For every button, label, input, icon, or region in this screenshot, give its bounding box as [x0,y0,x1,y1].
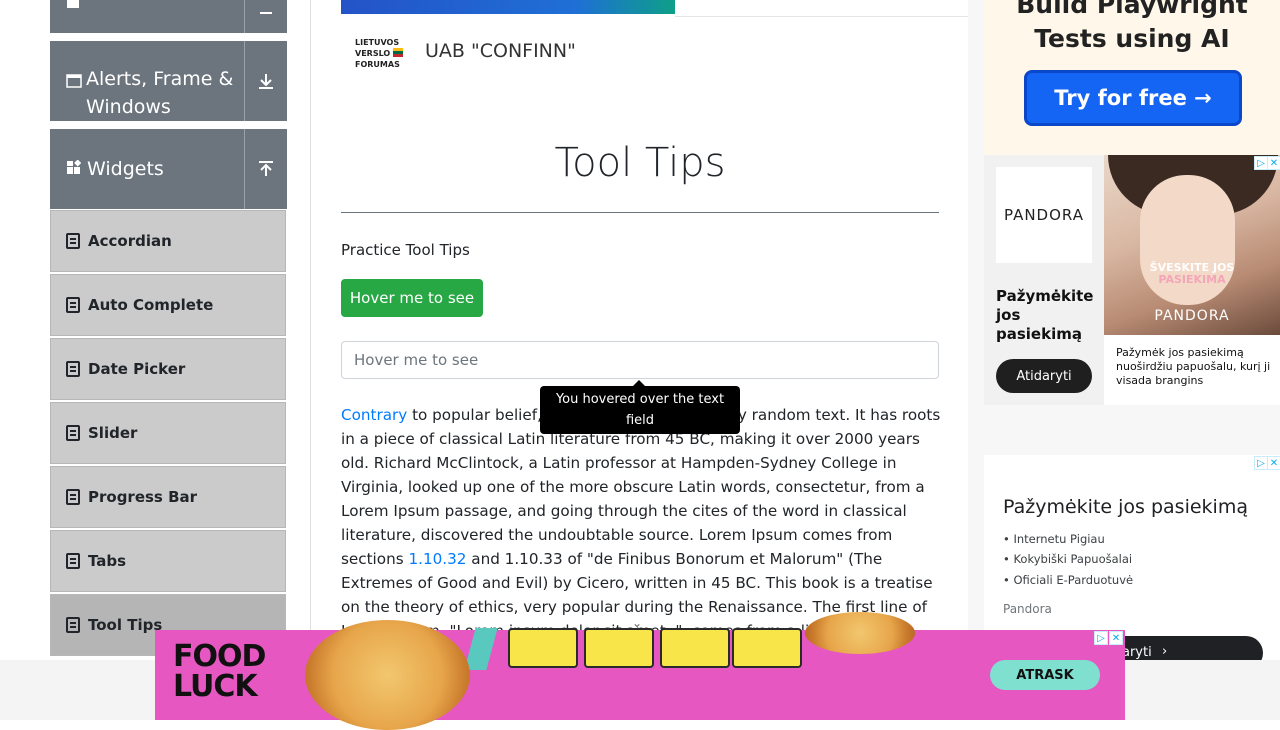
sidebar-item-label: Tabs [88,552,127,570]
photo-caption: ŠVESKITE JOS PASIEKIMA [1104,262,1280,286]
sidebar-item-tabs[interactable]: Tabs [50,530,286,592]
logo-row: VERSLO [355,48,413,60]
pizza-box-image [732,628,802,668]
sidebar-item-date-picker[interactable]: Date Picker [50,338,286,400]
pandora-headline: Pažymėkite jos pasiekimą [996,287,1094,343]
sidebar-item-progress-bar[interactable]: Progress Bar [50,466,286,528]
sidebar-item-label: Auto Complete [88,296,214,314]
sidebar-item-auto-complete[interactable]: Auto Complete [50,274,286,336]
hover-me-button[interactable]: Hover me to see [341,279,483,317]
sidebar-item-slider[interactable]: Slider [50,402,286,464]
sidebar-item-label: Slider [88,424,138,442]
playwright-ad-text: Build Playwright Tests using AI [984,0,1280,56]
pizza-box-image [584,628,654,668]
sponsor-logo[interactable]: LIETUVOS VERSLO FORUMAS [355,38,413,70]
sidebar-group-label: Alerts, Frame & Windows [86,65,233,121]
pizza-image [805,612,915,654]
group-main [50,0,244,33]
sidebar-item-label: Date Picker [88,360,186,378]
ad2-bullet: • Kokybiški Papuošalai [1003,552,1133,566]
ad2-bullet-text: Kokybiški Papuošalai [1013,552,1133,566]
sidebar-group-label: Widgets [87,158,164,180]
title-divider [341,212,939,213]
section-link[interactable]: 1.10.32 [408,550,466,568]
group-icon [66,0,80,13]
group-main: Alerts, Frame & Windows [50,41,244,121]
adchoices-icon[interactable]: ▷ [1254,456,1268,470]
tooltip: You hovered over the text field [540,386,740,434]
logo-line3: FORUMAS [355,60,400,69]
practice-label: Practice Tool Tips [341,241,470,259]
ad2-bullet: • Oficiali E-Parduotuvė [1003,573,1134,587]
ad-close-icon[interactable]: ✕ [1267,156,1280,170]
group-main: Widgets [50,129,244,209]
sidebar-item-accordian[interactable]: Accordian [50,210,286,272]
pandora-logo: PANDORA [996,167,1092,263]
list-icon [66,489,80,505]
list-icon [66,361,80,377]
pizza-box-image [508,628,578,668]
sidebar-group-widgets[interactable]: Widgets [50,129,287,209]
pizza-image [305,620,470,730]
ad2-brand: Pandora [1003,602,1052,616]
photo-caption-line2: PASIEKIMA [1158,273,1226,286]
pizza-box-image [660,628,730,668]
chevron-down-icon[interactable]: ⌄ [632,616,642,630]
hover-me-input[interactable] [341,341,939,379]
logo-text: LIETUVOS VERSLO FORUMAS [355,38,413,70]
try-for-free-button[interactable]: Try for free → [1024,70,1242,126]
widgets-icon [66,158,82,179]
pandora-open-button[interactable]: Atidaryti [996,359,1092,393]
ad-close-icon[interactable]: ✕ [1109,631,1123,645]
list-icon [66,617,80,633]
sidebar-item-label: Accordian [88,232,172,250]
sponsor-name: UAB "CONFINN" [425,40,576,62]
contrary-link[interactable]: Contrary [341,406,407,424]
ad-text-line1: Build Playwright [1016,0,1248,19]
left-gutter [0,0,29,660]
logo-line2: LUCK [173,669,258,704]
logo-line2: VERSLO [355,49,391,58]
page-title: Tool Tips [554,140,726,186]
ad2-bullet-text: Oficiali E-Parduotuvė [1013,573,1134,587]
flag-icon [393,48,404,60]
label-line1: Alerts, Frame & [86,68,234,90]
list-icon [66,233,80,249]
pandora-desc: Pažymėk jos pasiekimą nuoširdžiu papuoša… [1116,346,1271,387]
label-line2: Windows [86,96,171,118]
adchoices-icon[interactable]: ▷ [1254,156,1268,170]
sidebar-item-label: Progress Bar [88,488,198,506]
ad2-title: Pažymėkite jos pasiekimą [1003,496,1248,518]
atrask-button[interactable]: ATRASK [990,660,1100,690]
divider [675,16,968,17]
photo-brand: PANDORA [1154,308,1230,324]
adchoices-icon[interactable]: ▷ [1094,631,1108,645]
top-banner-ad[interactable] [341,0,675,14]
list-icon [66,553,80,569]
logo-line1: FOOD [173,639,266,674]
collapse-icon[interactable] [245,0,287,33]
upload-icon[interactable] [245,129,287,209]
ad2-cta-label: aryti [1122,645,1152,660]
sidebar-group-alerts[interactable]: Alerts, Frame & Windows [50,41,287,121]
ad2-bullet: • Internetu Pigiau [1003,532,1105,546]
sidebar-group-elements[interactable] [50,0,287,33]
logo-line1: LIETUVOS [355,38,400,47]
ad2-bullet-text: Internetu Pigiau [1013,532,1105,546]
foodluck-logo: FOOD LUCK [173,639,266,704]
chevron-right-icon: › [1162,644,1168,659]
ad-close-icon[interactable]: ✕ [1267,456,1280,470]
download-icon[interactable] [245,41,287,121]
sidebar-item-label: Tool Tips [88,616,163,634]
window-icon [66,73,82,92]
list-icon [66,425,80,441]
list-icon [66,297,80,313]
ad-text-line2: Tests using AI [1034,24,1230,53]
